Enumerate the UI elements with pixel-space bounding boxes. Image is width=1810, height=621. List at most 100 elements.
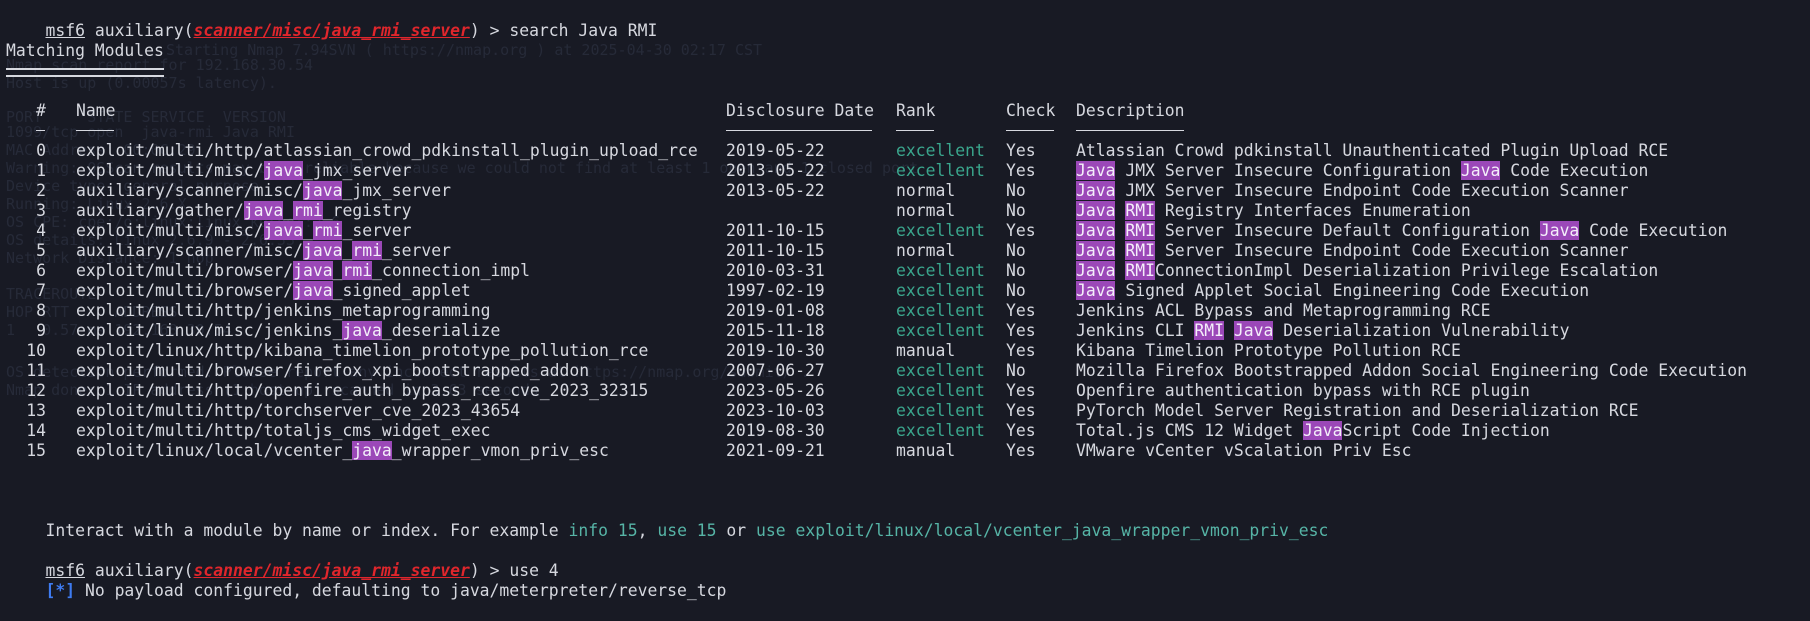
header-rank-underline bbox=[896, 130, 934, 131]
row-check: No bbox=[1006, 281, 1026, 300]
header-num-underline bbox=[36, 130, 45, 131]
table-row: 5 auxiliary/scanner/misc/java_rmi_server 2… bbox=[0, 241, 1810, 261]
row-desc: Mozilla Firefox Bootstrapped Addon Socia… bbox=[1076, 361, 1748, 380]
prompt-line-1: msf6 auxiliary(scanner/misc/java_rmi_ser… bbox=[45, 21, 658, 40]
status-marker: [*] bbox=[45, 581, 76, 600]
row-check: Yes bbox=[1006, 441, 1036, 460]
search-match-highlight: rmi bbox=[352, 241, 382, 260]
search-match-highlight: java bbox=[293, 281, 333, 300]
search-match-highlight: Java bbox=[1076, 181, 1116, 200]
header-description: Description bbox=[1076, 101, 1185, 120]
row-num: 12 bbox=[26, 381, 46, 400]
search-match-highlight: RMI bbox=[1194, 321, 1225, 340]
row-num: 10 bbox=[26, 341, 46, 360]
row-check: No bbox=[1006, 261, 1026, 280]
search-match-highlight: Java bbox=[1076, 221, 1116, 240]
table-row: 4 exploit/multi/misc/java_rmi_server 2011-… bbox=[0, 221, 1810, 241]
table-row: 1 exploit/multi/misc/java_jmx_server 2013-… bbox=[0, 161, 1810, 181]
row-date: 2019-05-22 bbox=[726, 141, 825, 160]
table-row: 15 exploit/linux/local/vcenter_java_wrapp… bbox=[0, 441, 1810, 461]
search-match-highlight: java bbox=[263, 221, 303, 240]
prompt-line-2: msf6 auxiliary(scanner/misc/java_rmi_ser… bbox=[45, 561, 559, 580]
interact-hint-line: Interact with a module by name or index.… bbox=[6, 501, 1328, 540]
row-rank: manual bbox=[896, 441, 956, 460]
header-description-underline bbox=[1076, 130, 1184, 131]
search-match-highlight: Java bbox=[1302, 421, 1343, 440]
row-rank: excellent bbox=[896, 261, 985, 280]
search-match-highlight: java bbox=[293, 261, 333, 280]
table-row: 2 auxiliary/scanner/misc/java_jmx_server 2… bbox=[0, 181, 1810, 201]
row-name: exploit/linux/misc/jenkins_java_deserial… bbox=[76, 321, 501, 340]
search-match-highlight: Java bbox=[1539, 221, 1580, 240]
row-date: 2023-05-26 bbox=[726, 381, 825, 400]
row-check: Yes bbox=[1006, 381, 1036, 400]
search-match-highlight: java bbox=[302, 241, 343, 260]
header-date-underline bbox=[726, 130, 872, 131]
row-check: Yes bbox=[1006, 301, 1036, 320]
hint-info-command: info 15 bbox=[568, 521, 638, 540]
row-rank: normal bbox=[896, 201, 956, 220]
row-name: exploit/multi/browser/java_signed_applet bbox=[76, 281, 471, 300]
row-num: 15 bbox=[26, 441, 46, 460]
row-check: Yes bbox=[1006, 401, 1036, 420]
table-row: 6 exploit/multi/browser/java_rmi_connecti… bbox=[0, 261, 1810, 281]
table-header: # Name Disclosure Date Rank Check Descri… bbox=[0, 101, 1810, 121]
search-match-highlight: rmi bbox=[312, 221, 343, 240]
table-row: 12 exploit/multi/http/openfire_auth_bypas… bbox=[0, 381, 1810, 401]
row-desc: Java Signed Applet Social Engineering Co… bbox=[1076, 281, 1590, 300]
row-date: 2015-11-18 bbox=[726, 321, 825, 340]
header-check-underline bbox=[1006, 130, 1054, 131]
row-num: 3 bbox=[36, 201, 46, 220]
hint-comma: , bbox=[637, 521, 658, 540]
interact-prefix: Interact with a module by name or index.… bbox=[45, 521, 569, 540]
row-desc: Java RMI Server Insecure Default Configu… bbox=[1076, 221, 1728, 240]
search-match-highlight: RMI bbox=[1125, 201, 1155, 220]
row-name: auxiliary/scanner/misc/java_rmi_server bbox=[76, 241, 452, 260]
row-desc: Java RMI Registry Interfaces Enumeration bbox=[1076, 201, 1471, 220]
row-check: Yes bbox=[1006, 221, 1036, 240]
row-name: auxiliary/scanner/misc/java_jmx_server bbox=[76, 181, 452, 200]
table-row: 10 exploit/linux/http/kibana_timelion_pro… bbox=[0, 341, 1810, 361]
row-date: 2019-01-08 bbox=[726, 301, 825, 320]
row-rank: excellent bbox=[896, 321, 985, 340]
row-num: 11 bbox=[26, 361, 46, 380]
row-num: 14 bbox=[26, 421, 46, 440]
search-match-highlight: java bbox=[243, 201, 284, 220]
search-match-highlight: rmi bbox=[293, 201, 323, 220]
row-desc: Kibana Timelion Prototype Pollution RCE bbox=[1076, 341, 1461, 360]
header-check: Check bbox=[1006, 101, 1056, 120]
row-date: 2013-05-22 bbox=[726, 161, 825, 180]
row-check: Yes bbox=[1006, 421, 1036, 440]
row-name: exploit/multi/http/torchserver_cve_2023_… bbox=[76, 401, 521, 420]
row-rank: normal bbox=[896, 241, 956, 260]
row-num: 7 bbox=[36, 281, 46, 300]
row-desc: Total.js CMS 12 Widget JavaScript Code I… bbox=[1076, 421, 1550, 440]
row-name: auxiliary/gather/java_rmi_registry bbox=[76, 201, 412, 220]
row-rank: excellent bbox=[896, 141, 985, 160]
row-name: exploit/multi/http/jenkins_metaprogrammi… bbox=[76, 301, 491, 320]
row-name: exploit/multi/http/openfire_auth_bypass_… bbox=[76, 381, 649, 400]
search-match-highlight: java bbox=[302, 181, 343, 200]
row-rank: manual bbox=[896, 341, 956, 360]
hint-use-index-command: use 15 bbox=[657, 521, 717, 540]
search-match-highlight: Java bbox=[1076, 161, 1116, 180]
row-desc: Jenkins CLI RMI Java Deserialization Vul… bbox=[1076, 321, 1570, 340]
header-num: # bbox=[36, 101, 46, 120]
table-row: 9 exploit/linux/misc/jenkins_java_deseria… bbox=[0, 321, 1810, 341]
row-date: 2013-05-22 bbox=[726, 181, 825, 200]
row-desc: Jenkins ACL Bypass and Metaprogramming R… bbox=[1076, 301, 1491, 320]
row-rank: excellent bbox=[896, 281, 985, 300]
row-num: 6 bbox=[36, 261, 46, 280]
row-rank: excellent bbox=[896, 401, 985, 420]
row-num: 0 bbox=[36, 141, 46, 160]
header-rank: Rank bbox=[896, 101, 936, 120]
terminal-window[interactable]: Starting Nmap 7.94SVN ( https://nmap.org… bbox=[0, 0, 1810, 600]
row-check: No bbox=[1006, 361, 1026, 380]
row-desc: Atlassian Crowd pdkinstall Unauthenticat… bbox=[1076, 141, 1669, 160]
table-row: 13 exploit/multi/http/torchserver_cve_202… bbox=[0, 401, 1810, 421]
row-date: 2011-10-15 bbox=[726, 221, 825, 240]
search-match-highlight: java bbox=[342, 321, 382, 340]
row-num: 4 bbox=[36, 221, 46, 240]
row-num: 5 bbox=[36, 241, 46, 260]
row-rank: excellent bbox=[896, 361, 985, 380]
